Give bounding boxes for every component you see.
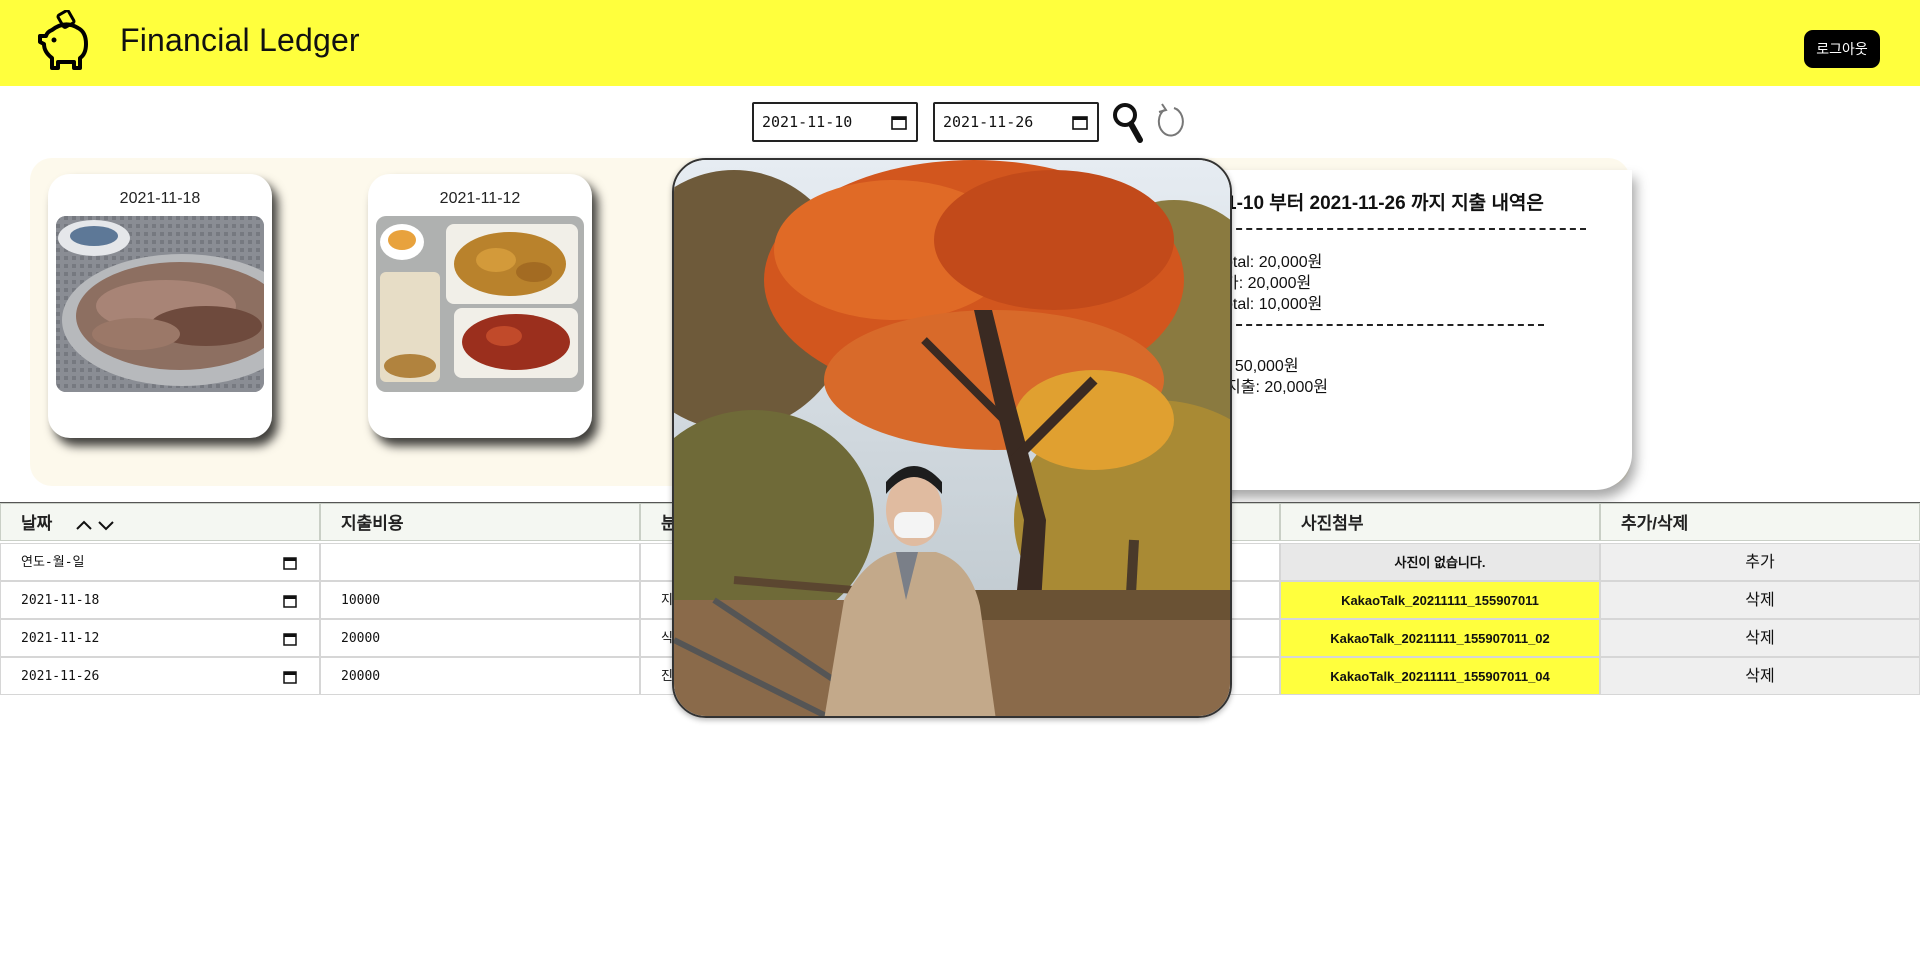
row-date: 2021-11-26 (21, 669, 100, 684)
app-title: Financial Ledger (120, 22, 360, 58)
autumn-portrait-photo (674, 160, 1230, 716)
food-photo (376, 216, 584, 392)
delete-button[interactable]: 삭제 (1600, 581, 1920, 619)
photo-attach-button[interactable]: KakaoTalk_20211111_155907011 (1280, 581, 1600, 619)
card-date: 2021-11-12 (439, 190, 521, 207)
photo-attach-button[interactable]: 사진이 없습니다. (1280, 543, 1600, 581)
header-cost: 지출비용 (320, 503, 640, 541)
photo-attach-button[interactable]: KakaoTalk_20211111_155907011_02 (1280, 619, 1600, 657)
photo-attach-button[interactable]: KakaoTalk_20211111_155907011_04 (1280, 657, 1600, 695)
date-placeholder: 연도-월-일 (21, 555, 85, 570)
start-date-input[interactable]: 2021-11-10 (752, 102, 918, 142)
end-date-value: 2021-11-26 (943, 113, 1034, 131)
date-input[interactable]: 2021-11-26 (0, 657, 320, 695)
logout-button[interactable]: 로그아웃 (1804, 30, 1880, 68)
calendar-icon[interactable] (891, 114, 907, 130)
cost-input[interactable] (320, 543, 640, 581)
divider (1226, 228, 1586, 230)
summary-line: otal: 10,000원 (1224, 296, 1323, 313)
photo-preview-overlay[interactable] (672, 158, 1232, 718)
delete-button[interactable]: 삭제 (1600, 619, 1920, 657)
card-date: 2021-11-18 (119, 190, 201, 207)
header-date: 날짜 (0, 503, 320, 541)
delete-button[interactable]: 삭제 (1600, 657, 1920, 695)
calendar-icon[interactable] (283, 670, 297, 684)
divider (1226, 324, 1544, 326)
date-input[interactable]: 2021-11-12 (0, 619, 320, 657)
header-photo: 사진첨부 (1280, 503, 1600, 541)
cost-input[interactable]: 20000 (320, 619, 640, 657)
end-date-input[interactable]: 2021-11-26 (933, 102, 1099, 142)
calendar-icon[interactable] (283, 556, 297, 570)
app-header: Financial Ledger 로그아웃 (0, 0, 1920, 86)
search-icon[interactable] (1112, 100, 1144, 144)
expense-photo-card[interactable]: 2021-11-12 (368, 174, 592, 438)
add-button[interactable]: 추가 (1600, 543, 1920, 581)
food-photo (56, 216, 264, 392)
expense-photo-card[interactable]: 2021-11-18 (48, 174, 272, 438)
summary-title: 1-10 부터 2021-11-26 까지 지출 내역은 (1226, 193, 1544, 214)
cost-input[interactable]: 20000 (320, 657, 640, 695)
cost-input[interactable]: 10000 (320, 581, 640, 619)
calendar-icon[interactable] (1072, 114, 1088, 130)
summary-line: 지출: 20,000원 (1226, 379, 1328, 396)
expense-summary-card: 1-10 부터 2021-11-26 까지 지출 내역은 otal: 20,00… (1168, 170, 1632, 490)
date-input[interactable]: 2021-11-18 (0, 581, 320, 619)
header-actions: 추가/삭제 (1600, 503, 1920, 541)
calendar-icon[interactable] (283, 594, 297, 608)
row-date: 2021-11-12 (21, 631, 100, 646)
row-date: 2021-11-18 (21, 593, 100, 608)
sort-icon[interactable] (75, 517, 115, 533)
header-date-label: 날짜 (21, 514, 53, 533)
calendar-icon[interactable] (283, 632, 297, 646)
date-input[interactable]: 연도-월-일 (0, 543, 320, 581)
piggy-bank-icon[interactable] (38, 10, 92, 74)
refresh-icon[interactable] (1154, 100, 1186, 144)
start-date-value: 2021-11-10 (762, 113, 853, 131)
